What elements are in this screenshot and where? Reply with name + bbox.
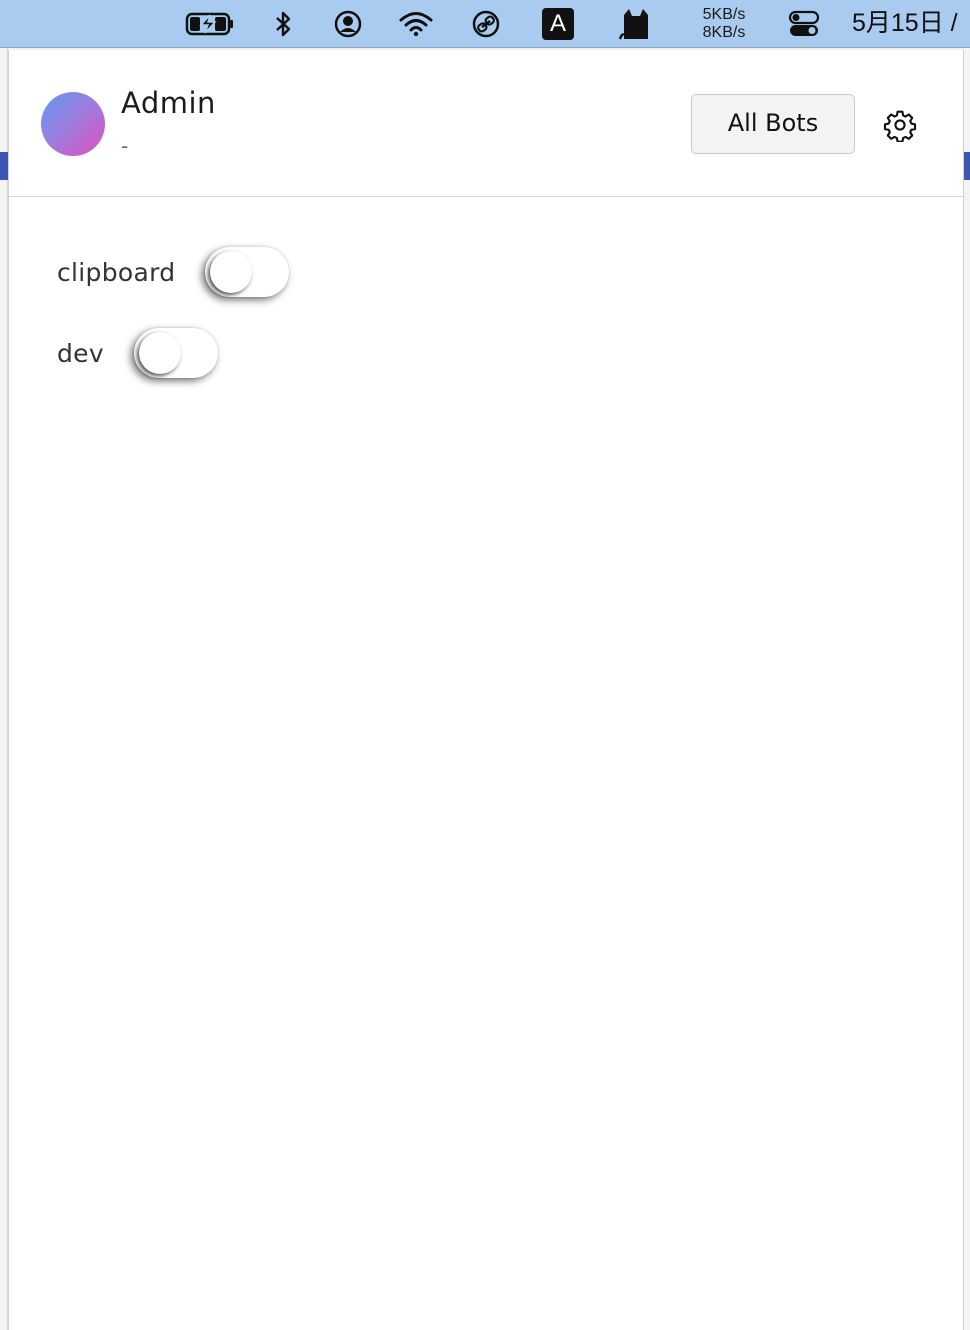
bot-toggle-dev[interactable] (133, 328, 218, 378)
background-accent-left (0, 152, 8, 180)
toggle-knob (210, 251, 253, 293)
user-subtitle: - (121, 134, 129, 158)
net-upload-rate: 5KB/s (702, 6, 746, 23)
gear-icon[interactable] (883, 108, 917, 143)
bot-label-clipboard: clipboard (57, 257, 176, 287)
control-center-icon[interactable] (786, 0, 822, 48)
wifi-icon[interactable] (396, 0, 436, 48)
bot-label-dev: dev (57, 338, 104, 368)
all-bots-button[interactable]: All Bots (691, 94, 855, 154)
background-window-right (964, 48, 970, 1330)
menubar-clock[interactable]: 5月15日 / (852, 0, 970, 48)
net-download-rate: 8KB/s (702, 24, 746, 41)
menu-bar: A 5KB/s 8KB/s 5月15日 / (0, 0, 970, 48)
screen: A 5KB/s 8KB/s 5月15日 / Admin - All Bots c… (0, 0, 970, 1330)
bot-toggle-clipboard[interactable] (205, 247, 290, 297)
user-account-icon[interactable] (330, 0, 366, 48)
bots-popover: Admin - All Bots clipboard dev (8, 50, 964, 1330)
network-speed: 5KB/s 8KB/s (690, 6, 758, 42)
battery-charging-icon[interactable] (182, 0, 238, 48)
username: Admin (121, 86, 216, 120)
avatar (41, 92, 105, 156)
link-icon[interactable] (468, 0, 504, 48)
background-window-left (0, 48, 8, 1330)
toggle-knob (138, 332, 181, 374)
bot-row-clipboard: clipboard (57, 246, 290, 298)
background-accent-right (964, 152, 970, 180)
popover-header: Admin - All Bots (9, 50, 963, 197)
bluetooth-icon[interactable] (268, 0, 298, 48)
input-source-icon[interactable]: A (540, 0, 576, 48)
input-source-letter: A (542, 8, 574, 40)
cat-icon[interactable] (616, 0, 656, 48)
bot-row-dev: dev (57, 327, 218, 379)
